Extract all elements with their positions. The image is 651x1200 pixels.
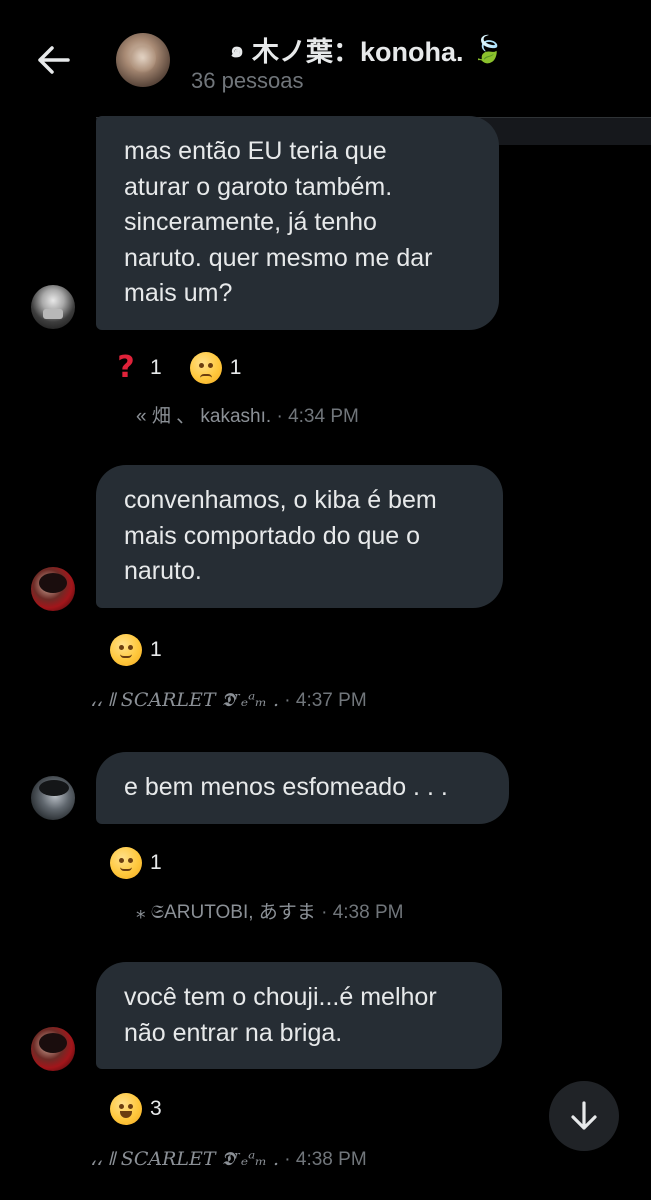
group-title[interactable]: ๑ 木ノ葉：konoha. 🍃 <box>230 30 504 69</box>
message-bubble[interactable]: você tem o chouji...é melhor não entrar … <box>96 962 502 1069</box>
sender-name[interactable]: ⁎ 𝔖ARUTOBI, あすま <box>136 902 316 923</box>
reactions: 3 <box>110 1093 162 1125</box>
member-count[interactable]: 36 pessoas <box>191 68 304 94</box>
message-time: 4:38 PM <box>295 1149 367 1170</box>
tears-of-joy-face-icon <box>110 1093 142 1125</box>
reaction-count: 3 <box>150 1097 162 1120</box>
reaction-count: 1 <box>150 851 162 874</box>
smiling-face-icon <box>110 847 142 879</box>
avatar-scarlet[interactable] <box>31 567 75 611</box>
sender-name[interactable]: « 畑 、 kakashı. <box>136 406 271 427</box>
message-line: sinceramente, já tenho <box>124 208 377 236</box>
conversation-header: ๑ 木ノ葉：konoha. 🍃 36 pessoas <box>0 0 651 110</box>
message-time: 4:38 PM <box>332 902 404 923</box>
message-line: e bem menos esfomeado . . . <box>124 773 448 801</box>
message-line: mas então EU teria que <box>124 137 387 165</box>
question-mark-icon: ? <box>117 350 135 385</box>
saluting-face-icon <box>110 634 142 666</box>
sender-name[interactable]: ،، 𝍪 SCARLET 𝕯ʳₑᵃₘ . <box>90 1148 279 1170</box>
message-time: 4:37 PM <box>295 690 367 711</box>
reaction[interactable]: 1 <box>110 847 162 879</box>
arrow-down-icon <box>571 1101 597 1130</box>
reaction-count: 1 <box>150 356 162 379</box>
message-line: naruto. <box>124 557 202 585</box>
message-line: naruto. quer mesmo me dar <box>124 243 433 272</box>
message-meta: « 畑 、 kakashı. · 4:34 PM <box>136 406 359 427</box>
message-bubble[interactable]: e bem menos esfomeado . . . <box>96 752 509 824</box>
message-line: convenhamos, o kiba é bem <box>124 486 437 514</box>
reaction[interactable]: 1 <box>110 634 162 666</box>
message-meta: ،، 𝍪 SCARLET 𝕯ʳₑᵃₘ . · 4:38 PM <box>90 1148 367 1170</box>
reactions: ? 1 1 <box>110 352 241 384</box>
leaf-icon: 🍃 <box>471 34 504 64</box>
unamused-face-icon <box>189 352 222 384</box>
group-title-text: 木ノ葉：konoha. <box>251 37 464 67</box>
message-line: mais um? <box>124 279 233 307</box>
dm-group-screen: ๑ 木ノ葉：konoha. 🍃 36 pessoas mas então EU … <box>0 0 651 1200</box>
back-button[interactable] <box>30 38 78 82</box>
message-line: mais comportado do que o <box>124 521 421 550</box>
group-avatar[interactable] <box>116 33 170 87</box>
message-bubble[interactable]: mas então EU teria que aturar o garoto t… <box>96 116 499 330</box>
scroll-to-bottom-button[interactable] <box>549 1081 619 1151</box>
reaction[interactable]: ? 1 <box>110 350 162 385</box>
message-meta: ،، 𝍪 SCARLET 𝕯ʳₑᵃₘ . · 4:37 PM <box>90 689 367 711</box>
avatar-scarlet[interactable] <box>31 1027 75 1071</box>
arrow-left-icon <box>38 46 70 74</box>
message-bubble[interactable]: convenhamos, o kiba é bem mais comportad… <box>96 465 503 608</box>
sender-name[interactable]: ،، 𝍪 SCARLET 𝕯ʳₑᵃₘ . <box>90 689 279 711</box>
avatar-sarutobi[interactable] <box>31 776 75 820</box>
reactions: 1 <box>110 847 162 879</box>
reaction[interactable]: 3 <box>110 1093 162 1125</box>
message-line: você tem o chouji...é melhor <box>124 983 437 1011</box>
message-time: 4:34 PM <box>288 406 359 427</box>
message-line: aturar o garoto também. <box>124 172 393 201</box>
reaction-count: 1 <box>229 356 242 379</box>
reaction-count: 1 <box>150 638 162 661</box>
reactions: 1 <box>110 634 162 666</box>
avatar-kakashi[interactable] <box>31 285 75 329</box>
message-meta: ⁎ 𝔖ARUTOBI, あすま · 4:38 PM <box>136 902 404 923</box>
reaction[interactable]: 1 <box>189 352 242 384</box>
message-line: não entrar na briga. <box>124 1018 343 1047</box>
spiral-icon: ๑ <box>230 37 244 62</box>
